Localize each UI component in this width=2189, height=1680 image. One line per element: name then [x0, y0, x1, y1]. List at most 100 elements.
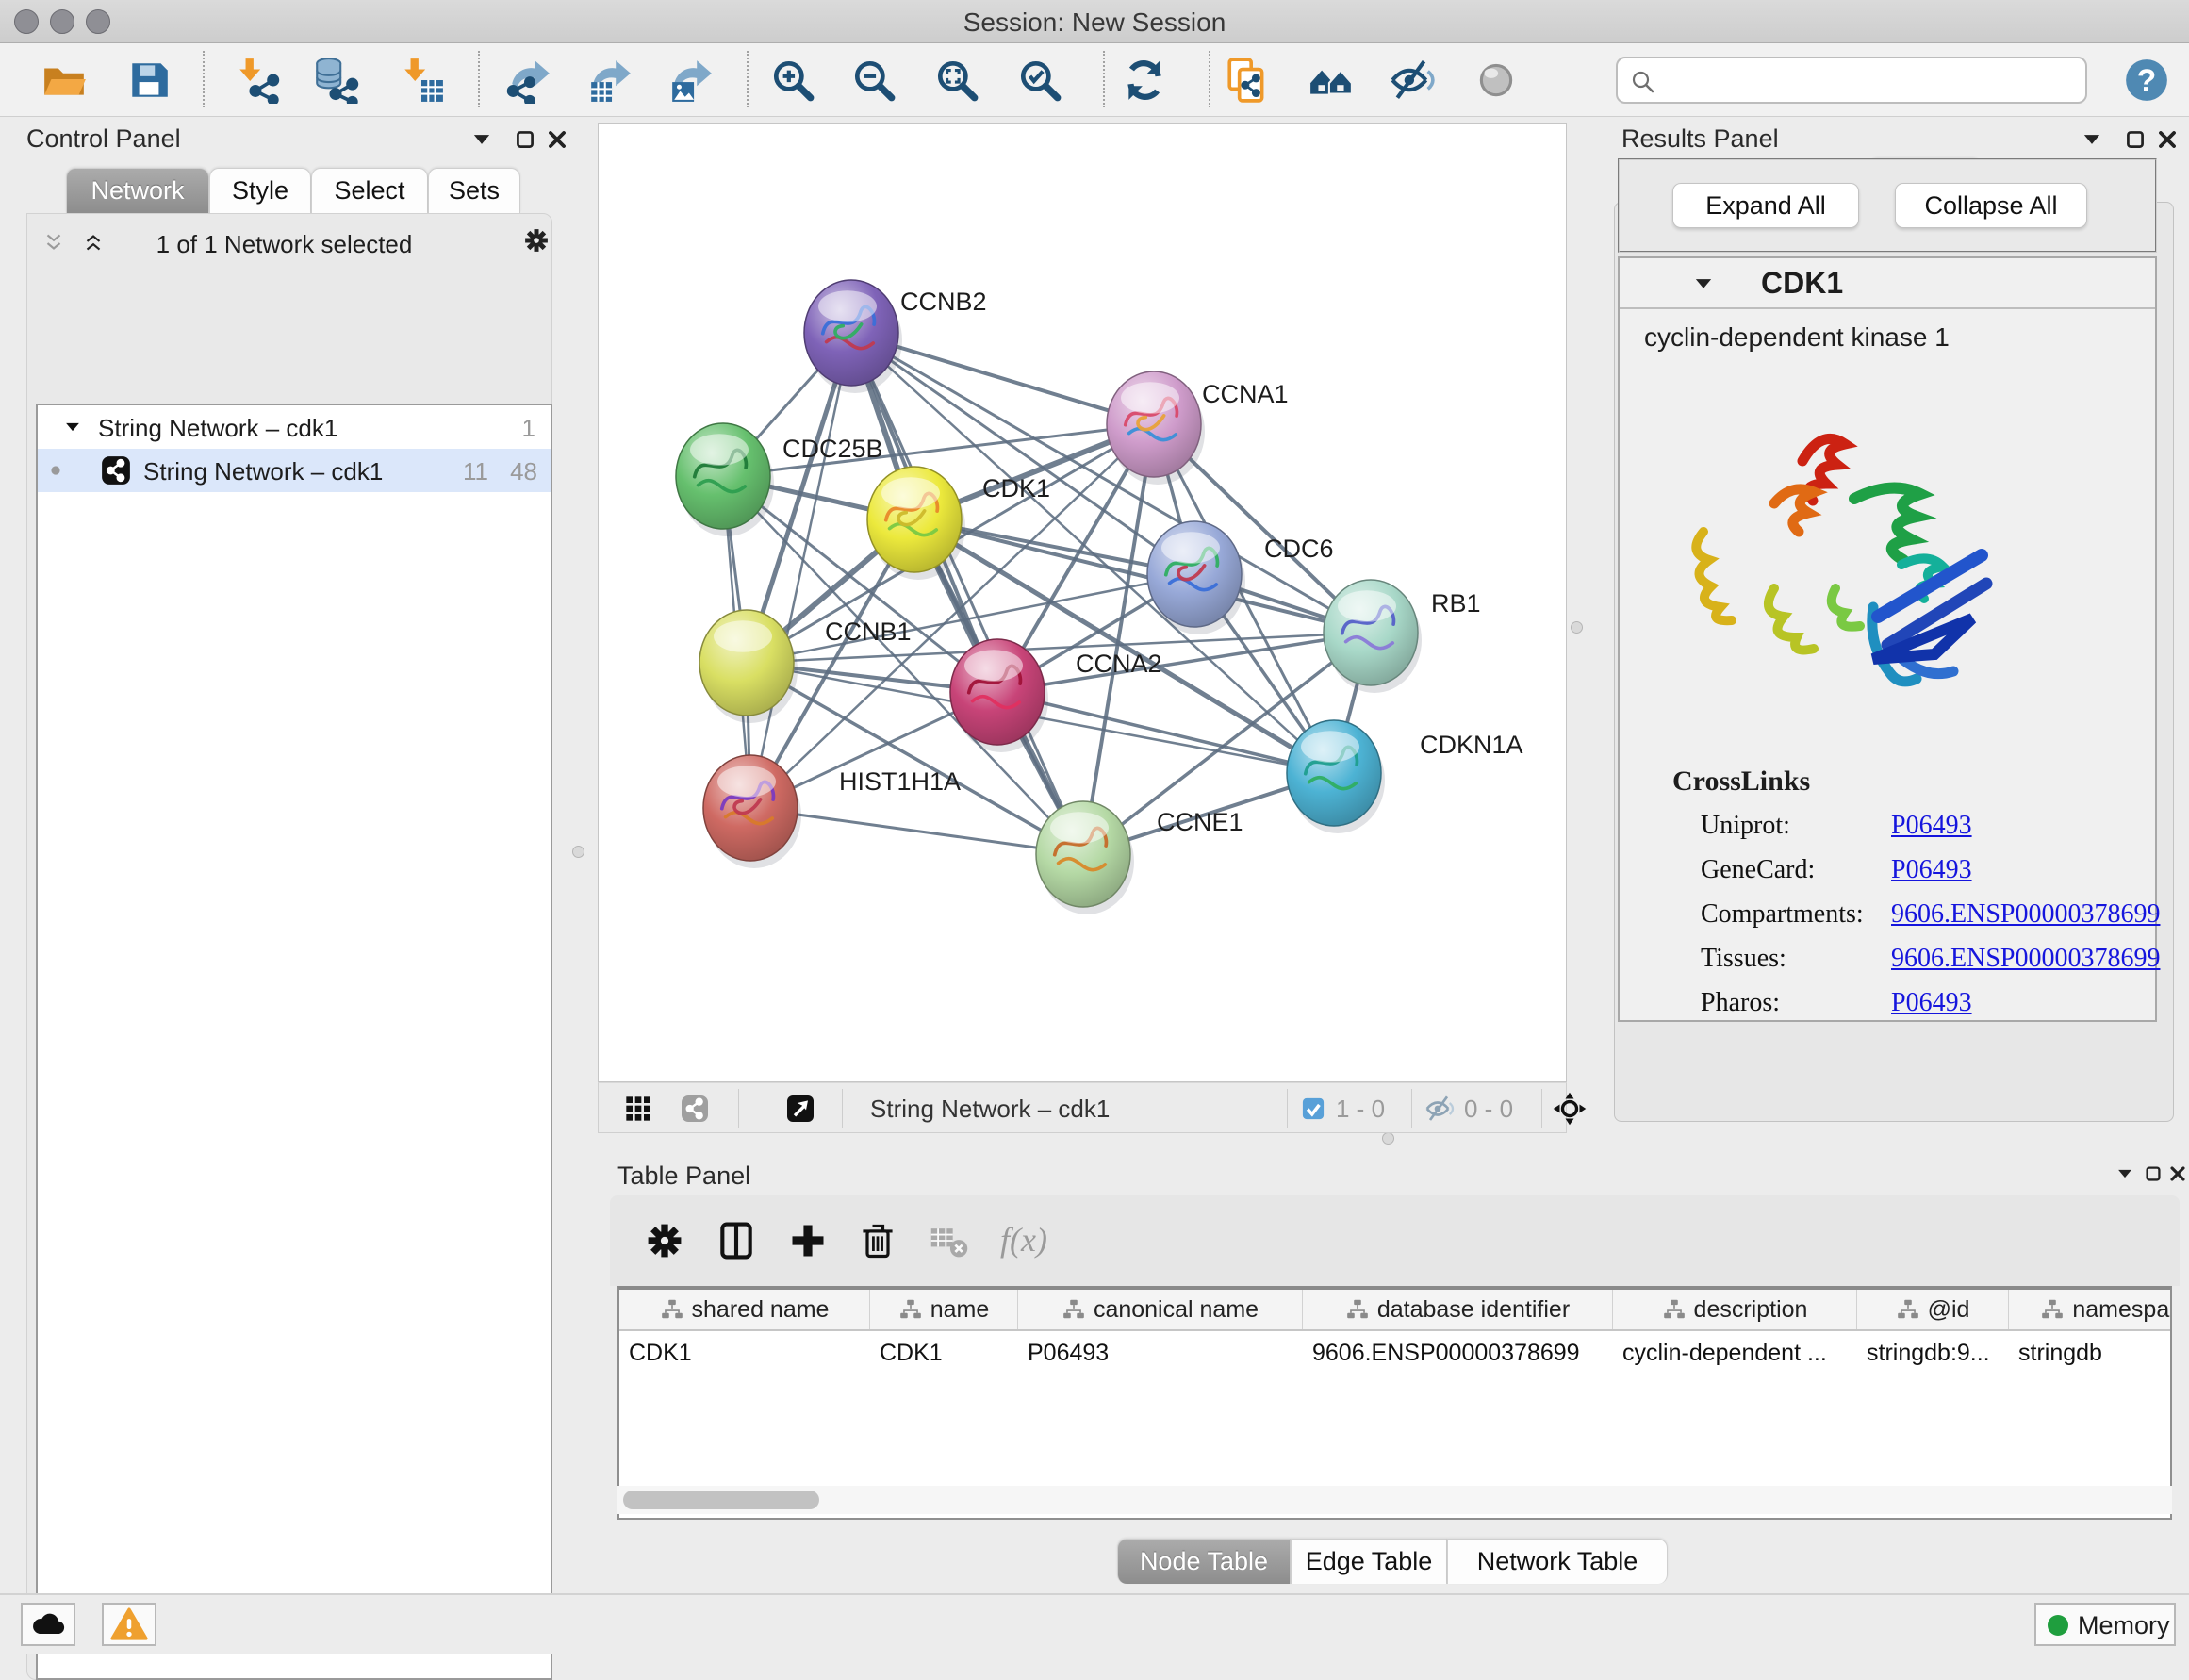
panel-float-icon[interactable] [2143, 1163, 2164, 1184]
cell-database-identifier[interactable]: 9606.ENSP00000378699 [1303, 1331, 1613, 1375]
graph-node-ccna2[interactable] [950, 639, 1045, 745]
cell-description[interactable]: cyclin-dependent ... [1613, 1331, 1857, 1375]
panel-close-icon[interactable] [2167, 1163, 2188, 1184]
birdseye-view-icon[interactable] [785, 1094, 815, 1124]
toolbar-divider [203, 51, 205, 107]
network-canvas[interactable]: CCNB2CCNA1CDC25BCDK1CDC6RB1CCNB1CCNA2CDK… [598, 123, 1567, 1082]
collection-expander-icon[interactable] [62, 417, 83, 437]
panel-collapse-icon[interactable] [2115, 1163, 2135, 1184]
import-table-file-icon[interactable] [398, 57, 445, 104]
warnings-button[interactable] [102, 1603, 156, 1646]
cell-name[interactable]: CDK1 [870, 1331, 1018, 1375]
table-horizontal-scrollbar[interactable] [617, 1486, 2172, 1514]
string-network-graph[interactable]: CCNB2CCNA1CDC25BCDK1CDC6RB1CCNB1CCNA2CDK… [599, 124, 1566, 1081]
tab-select[interactable]: Select [311, 168, 428, 213]
graph-node-cdc6[interactable] [1147, 521, 1242, 627]
column-header[interactable]: namespace [2072, 1296, 2172, 1324]
cloud-status-button[interactable] [21, 1603, 75, 1646]
table-row[interactable]: CDK1 CDK1 P06493 9606.ENSP00000378699 cy… [619, 1331, 2170, 1375]
section-expander-icon[interactable] [1691, 272, 1716, 296]
column-header[interactable]: name [930, 1296, 990, 1324]
tab-style[interactable]: Style [209, 168, 311, 213]
crosshair-icon[interactable] [1553, 1092, 1587, 1126]
zoom-out-icon[interactable] [850, 57, 897, 104]
graph-node-rb1[interactable] [1324, 580, 1418, 685]
crosslink-tissues-link[interactable]: 9606.ENSP00000378699 [1891, 944, 2160, 974]
panel-close-icon[interactable] [2155, 127, 2180, 152]
import-network-file-icon[interactable] [233, 57, 280, 104]
zoom-fit-icon[interactable] [933, 57, 980, 104]
network-collection-row[interactable]: String Network – cdk1 1 [38, 405, 551, 449]
search-input[interactable] [1667, 62, 2072, 98]
copy-network-icon[interactable] [1224, 57, 1271, 104]
save-session-icon[interactable] [125, 57, 173, 104]
expand-all-button[interactable]: Expand All [1672, 183, 1859, 228]
bottom-splitter-handle[interactable] [1382, 1132, 1394, 1145]
panel-float-icon[interactable] [2123, 127, 2148, 152]
apply-layout-icon[interactable] [1121, 57, 1168, 104]
left-splitter-handle[interactable] [572, 846, 584, 858]
zoom-in-icon[interactable] [769, 57, 816, 104]
panel-float-icon[interactable] [513, 127, 537, 152]
tab-node-table[interactable]: Node Table [1117, 1539, 1291, 1584]
graph-node-cdk1[interactable] [867, 467, 962, 572]
column-header[interactable]: @id [1928, 1296, 1970, 1324]
results-buttons-box: Expand All Collapse All [1618, 158, 2157, 253]
tab-sets[interactable]: Sets [428, 168, 520, 213]
grid-view-icon[interactable] [623, 1094, 653, 1124]
tab-network-table[interactable]: Network Table [1447, 1539, 1668, 1584]
panel-close-icon[interactable] [545, 127, 569, 152]
memory-button[interactable]: Memory [2034, 1603, 2176, 1646]
export-image-icon[interactable] [668, 57, 716, 104]
help-icon[interactable] [2123, 57, 2170, 104]
network-view-toolbar: String Network – cdk1 1 - 0 0 - 0 [598, 1082, 1567, 1133]
graph-node-ccnb2[interactable] [804, 280, 898, 386]
cell-canonical-name[interactable]: P06493 [1018, 1331, 1303, 1375]
graph-node-ccne1[interactable] [1036, 801, 1130, 907]
graph-node-cdkn1a[interactable] [1287, 720, 1381, 826]
add-column-icon[interactable] [787, 1220, 829, 1261]
selected-checkbox-icon[interactable] [1300, 1095, 1326, 1122]
first-neighbors-icon[interactable] [1308, 57, 1355, 104]
column-header[interactable]: description [1694, 1296, 1808, 1324]
panel-collapse-icon[interactable] [469, 127, 494, 152]
column-header[interactable]: database identifier [1377, 1296, 1570, 1324]
tab-network[interactable]: Network [66, 168, 209, 213]
graph-node-hist1h1a[interactable] [703, 755, 798, 861]
import-network-database-icon[interactable] [312, 57, 359, 104]
tab-edge-table[interactable]: Edge Table [1291, 1539, 1447, 1584]
open-session-icon[interactable] [41, 57, 88, 104]
cell-id[interactable]: stringdb:9... [1857, 1331, 2009, 1375]
column-header[interactable]: canonical name [1094, 1296, 1259, 1324]
network-selection-summary: 1 of 1 Network selected [9, 230, 559, 259]
search-field[interactable] [1616, 57, 2087, 104]
node-table[interactable]: shared name name canonical name database… [617, 1286, 2172, 1520]
toolbar-divider [747, 51, 749, 107]
graph-node-ccnb1[interactable] [699, 610, 794, 716]
network-options-gear-icon[interactable] [522, 226, 551, 255]
graph-node-ccna1[interactable] [1107, 371, 1201, 477]
scrollbar-thumb[interactable] [623, 1491, 819, 1509]
table-options-gear-icon[interactable] [644, 1220, 685, 1261]
network-row-selected[interactable]: String Network – cdk1 11 48 [38, 449, 551, 492]
panel-collapse-icon[interactable] [2080, 127, 2104, 152]
delete-column-icon[interactable] [857, 1220, 898, 1261]
main-toolbar [0, 43, 2189, 117]
show-columns-icon[interactable] [716, 1220, 757, 1261]
export-network-icon[interactable] [506, 57, 553, 104]
crosslink-uniprot-link[interactable]: P06493 [1891, 811, 1972, 841]
node-section-header[interactable]: CDK1 [1620, 258, 2155, 309]
export-table-icon[interactable] [587, 57, 634, 104]
collapse-all-button[interactable]: Collapse All [1895, 183, 2087, 228]
crosslink-genecard-link[interactable]: P06493 [1891, 855, 1972, 885]
zoom-selected-icon[interactable] [1016, 57, 1063, 104]
crosslink-pharos-link[interactable]: P06493 [1891, 988, 1972, 1018]
cell-shared-name[interactable]: CDK1 [619, 1331, 870, 1375]
crosslink-compartments-link[interactable]: 9606.ENSP00000378699 [1891, 899, 2160, 930]
cell-namespace[interactable]: stringdb [2009, 1331, 2172, 1375]
hide-selected-icon[interactable] [1389, 57, 1436, 104]
right-splitter-handle[interactable] [1571, 621, 1583, 634]
node-section-title: CDK1 [1761, 266, 1843, 301]
column-header[interactable]: shared name [692, 1296, 830, 1324]
graph-node-cdc25b[interactable] [676, 423, 770, 529]
